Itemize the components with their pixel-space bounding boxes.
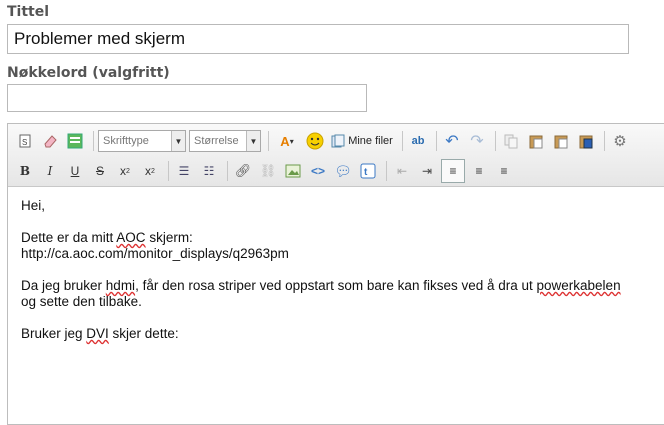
rich-text-editor: S Skrifttype ▼ Størrelse ▼ A ▾ Mine filer a… <box>7 123 664 425</box>
template-icon[interactable] <box>64 130 86 152</box>
content-text: og sette den tilbake. <box>21 294 142 309</box>
font-size-placeholder: Størrelse <box>194 135 239 147</box>
image-icon[interactable] <box>282 160 304 182</box>
copy-icon[interactable] <box>500 130 522 152</box>
strikethrough-button[interactable]: S <box>89 160 111 182</box>
content-text: Da jeg bruker <box>21 278 106 293</box>
svg-text:S: S <box>22 138 27 147</box>
content-text: Bruker jeg <box>21 326 87 341</box>
content-line: Dette er da mitt AOC skjerm: http://ca.ao… <box>21 230 664 262</box>
comment-icon[interactable]: 💬︎ <box>332 160 354 182</box>
misspelled-word: DVI <box>86 326 109 341</box>
editor-content[interactable]: Hei, Dette er da mitt AOC skjerm: http://… <box>21 198 664 358</box>
superscript-button[interactable]: x2 <box>139 160 161 182</box>
content-text: Hei, <box>21 198 46 213</box>
misspelled-word: AOC <box>116 230 146 245</box>
misspelled-word: hdmi <box>105 278 136 293</box>
underline-button[interactable]: U <box>64 160 86 182</box>
outdent-icon[interactable]: ⇤ <box>391 160 413 182</box>
toolbar-separator <box>168 161 169 181</box>
chevron-down-icon: ▼ <box>246 131 260 151</box>
paste-text-icon[interactable] <box>550 130 572 152</box>
content-text: skjer dette: <box>108 326 179 341</box>
align-left-icon[interactable]: ≡ <box>441 159 465 183</box>
my-files-button[interactable]: Mine filer <box>329 130 395 152</box>
subscript-button[interactable]: x2 <box>114 160 136 182</box>
content-text: , får den rosa striper ved oppstart som … <box>135 278 537 293</box>
link-icon[interactable]: 🔗︎ <box>232 160 254 182</box>
toolbar-separator <box>93 131 94 151</box>
title-input[interactable] <box>7 24 629 54</box>
toolbar-separator <box>604 131 605 151</box>
twitter-icon[interactable]: t <box>357 160 379 182</box>
font-family-select[interactable]: Skrifttype ▼ <box>98 130 186 152</box>
toolbar-separator <box>436 131 437 151</box>
keywords-label: Nøkkelord (valgfritt) <box>7 65 170 81</box>
smiley-icon[interactable] <box>304 130 326 152</box>
toolbar-separator <box>227 161 228 181</box>
editor-toolbar: S Skrifttype ▼ Størrelse ▼ A ▾ Mine filer a… <box>8 124 664 187</box>
keywords-input[interactable] <box>7 84 367 112</box>
content-url: http://ca.aoc.com/monitor_displays/q2963… <box>21 246 289 261</box>
my-files-label: Mine filer <box>348 135 393 147</box>
paste-word-icon[interactable] <box>575 130 597 152</box>
toolbar-separator <box>495 131 496 151</box>
code-icon[interactable]: <> <box>307 160 329 182</box>
content-text: Dette er da mitt <box>21 230 117 245</box>
spellcheck-icon[interactable]: ab <box>407 130 429 152</box>
superscript-sup: 2 <box>151 167 155 175</box>
unlink-icon[interactable]: ⛓︎ <box>257 160 279 182</box>
misspelled-word: powerkabelen <box>536 278 621 293</box>
italic-button[interactable]: I <box>39 160 61 182</box>
toolbar-separator <box>268 131 269 151</box>
eraser-icon[interactable] <box>39 130 61 152</box>
toolbar-separator <box>402 131 403 151</box>
numbered-list-icon[interactable]: ☷ <box>198 160 220 182</box>
undo-icon[interactable]: ↶ <box>441 130 463 152</box>
toolbar-separator <box>386 161 387 181</box>
redo-icon[interactable]: ↷ <box>466 130 488 152</box>
font-family-placeholder: Skrifttype <box>103 135 149 147</box>
content-line: Hei, <box>21 198 664 214</box>
text-color-icon[interactable]: A ▾ <box>273 130 301 152</box>
font-size-select[interactable]: Størrelse ▼ <box>189 130 261 152</box>
source-icon[interactable]: S <box>14 130 36 152</box>
content-line: Bruker jeg DVI skjer dette: <box>21 326 664 342</box>
paste-icon[interactable] <box>525 130 547 152</box>
chevron-down-icon: ▼ <box>171 131 185 151</box>
indent-icon[interactable]: ⇥ <box>416 160 438 182</box>
bulleted-list-icon[interactable]: ☰ <box>173 160 195 182</box>
subscript-sub: 2 <box>126 167 130 175</box>
content-text: skjerm: <box>145 230 193 245</box>
bold-button[interactable]: B <box>14 160 36 182</box>
settings-icon[interactable]: ⚙ <box>609 130 631 152</box>
title-label: Tittel <box>7 4 50 20</box>
align-center-icon[interactable]: ≡ <box>468 160 490 182</box>
content-line: Da jeg bruker hdmi, får den rosa striper… <box>21 278 664 310</box>
align-right-icon[interactable]: ≡ <box>493 160 515 182</box>
